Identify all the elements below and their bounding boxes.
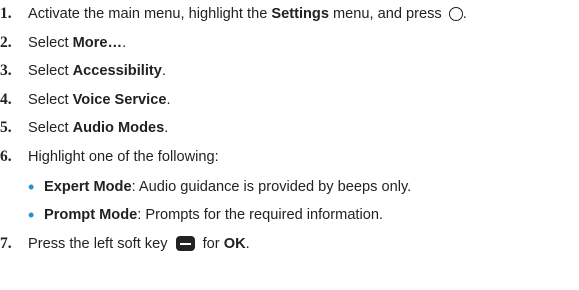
bullet-icon: •: [28, 205, 35, 225]
step-text-pre: Press the left soft key: [28, 236, 172, 252]
step-text: Press the left soft key for OK.: [28, 236, 250, 252]
step-text-pre: Select: [28, 63, 73, 79]
step-number: 7.: [0, 235, 12, 252]
step-text: Select Audio Modes.: [28, 120, 168, 136]
step-text-pre: Select: [28, 92, 73, 108]
bullet-icon: •: [28, 177, 35, 197]
step-text-post: .: [122, 35, 127, 51]
step-6: 6. Highlight one of the following:: [0, 146, 219, 168]
step-5: 5. Select Audio Modes.: [0, 117, 168, 139]
step-2: 2. Select More….: [0, 32, 126, 54]
circle-key-icon: [448, 7, 463, 21]
step-number: 5.: [0, 119, 12, 136]
option-text: Expert Mode: Audio guidance is provided …: [44, 179, 411, 195]
step-text: Highlight one of the following:: [28, 149, 219, 165]
step-text: Select More….: [28, 35, 126, 51]
step-text-pre: Activate the main menu, highlight the: [28, 6, 272, 22]
step-text-post: .: [164, 120, 169, 136]
step-text-end: .: [462, 6, 467, 22]
step-4: 4. Select Voice Service.: [0, 89, 171, 111]
step-1: 1. Activate the main menu, highlight the …: [0, 3, 467, 25]
voice-service-menu-label: Voice Service: [72, 92, 167, 108]
option-title: Prompt Mode: [44, 207, 138, 223]
step-3: 3. Select Accessibility.: [0, 60, 166, 82]
step-number: 4.: [0, 91, 12, 108]
option-description: : Audio guidance is provided by beeps on…: [131, 179, 412, 195]
ok-label: OK: [223, 236, 246, 252]
step-number: 1.: [0, 5, 12, 22]
step-text-post: .: [161, 63, 166, 79]
step-text: Activate the main menu, highlight the Se…: [28, 6, 467, 22]
step-text-pre: Select: [28, 120, 73, 136]
option-description: : Prompts for the required information.: [137, 207, 384, 223]
step-number: 2.: [0, 34, 12, 51]
option-expert-mode: • Expert Mode: Audio guidance is provided…: [28, 176, 411, 198]
step-7: 7. Press the left soft key for OK.: [0, 233, 250, 255]
step-text-post: menu, and press: [328, 6, 446, 22]
more-menu-label: More…: [72, 35, 123, 51]
settings-menu-label: Settings: [271, 6, 329, 22]
option-text: Prompt Mode: Prompts for the required in…: [44, 207, 383, 223]
option-title: Expert Mode: [44, 179, 132, 195]
step-text: Select Voice Service.: [28, 92, 171, 108]
option-prompt-mode: • Prompt Mode: Prompts for the required i…: [28, 204, 383, 226]
step-number: 6.: [0, 148, 12, 165]
step-text-post: .: [166, 92, 171, 108]
step-text: Select Accessibility.: [28, 63, 166, 79]
accessibility-menu-label: Accessibility: [72, 63, 162, 79]
step-number: 3.: [0, 62, 12, 79]
step-text-end: .: [245, 236, 250, 252]
left-soft-key-icon: [175, 236, 195, 251]
step-text-pre: Select: [28, 35, 73, 51]
audio-modes-menu-label: Audio Modes: [72, 120, 165, 136]
step-text-post: for: [198, 236, 224, 252]
